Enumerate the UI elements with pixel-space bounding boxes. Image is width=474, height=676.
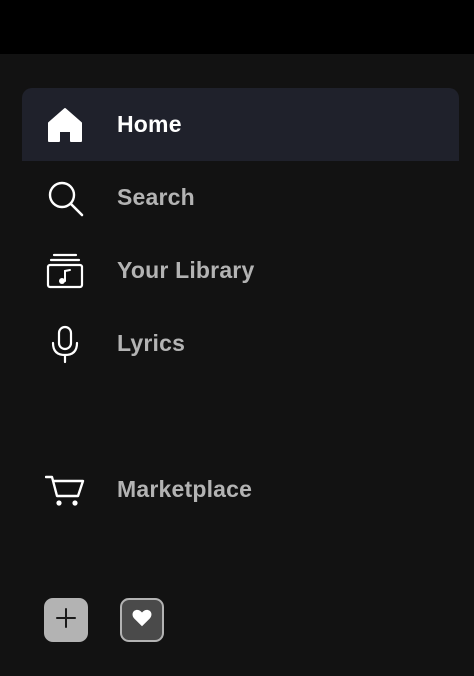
library-icon xyxy=(43,249,87,293)
sidebar-nav: Home Search Your Library Lyrics xyxy=(22,88,459,380)
sidebar-item-label: Lyrics xyxy=(117,330,186,356)
sidebar-item-label: Marketplace xyxy=(117,476,253,502)
liked-songs-button[interactable] xyxy=(120,598,164,642)
sidebar-item-marketplace[interactable]: Marketplace xyxy=(22,453,459,526)
create-playlist-button[interactable] xyxy=(44,598,88,642)
sidebar-item-home[interactable]: Home xyxy=(22,88,459,161)
cart-icon xyxy=(43,468,87,512)
sidebar-item-search[interactable]: Search xyxy=(22,161,459,234)
heart-icon xyxy=(131,607,153,634)
sidebar-item-library[interactable]: Your Library xyxy=(22,234,459,307)
library-actions xyxy=(44,598,164,642)
search-icon xyxy=(43,176,87,220)
sidebar-item-lyrics[interactable]: Lyrics xyxy=(22,307,459,380)
sidebar-item-label: Search xyxy=(117,184,195,210)
top-bar xyxy=(0,0,474,54)
home-icon xyxy=(43,103,87,147)
microphone-icon xyxy=(43,322,87,366)
sidebar-item-label: Home xyxy=(117,111,182,137)
sidebar-item-label: Your Library xyxy=(117,257,255,283)
plus-icon xyxy=(55,607,77,634)
